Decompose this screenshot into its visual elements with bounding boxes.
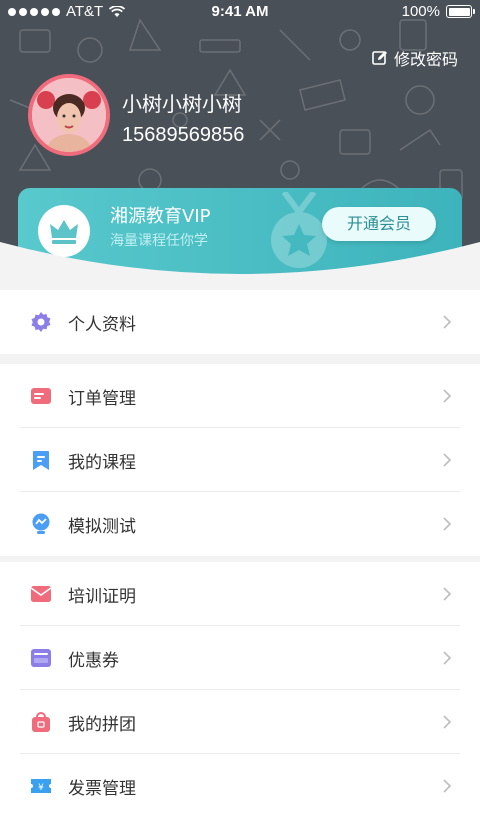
order-card-icon (31, 388, 51, 404)
user-name: 小树小树小树 (122, 92, 242, 116)
menu-label: 我的课程 (68, 452, 136, 473)
edit-icon (372, 51, 387, 65)
menu-item-group-buy[interactable]: 我的拼团 (0, 690, 480, 754)
avatar[interactable] (28, 74, 110, 156)
edit-password-label: 修改密码 (393, 50, 458, 69)
edit-password-button[interactable]: 修改密码 (372, 46, 458, 70)
chevron-right-icon (443, 779, 452, 793)
chevron-right-icon (443, 587, 452, 601)
header-curve (0, 242, 480, 288)
battery-percent: 100% (401, 3, 440, 20)
menu-label: 我的拼团 (68, 714, 136, 735)
menu-item-profile[interactable]: 个人资料 (0, 290, 480, 354)
envelope-icon (30, 586, 52, 602)
chevron-right-icon (443, 715, 452, 729)
chevron-right-icon (443, 651, 452, 665)
status-bar: AT&T 9:41 AM 100% (0, 0, 480, 24)
shopping-bag-icon (32, 712, 50, 732)
menu-label: 优惠券 (68, 650, 119, 671)
menu-item-coupons[interactable]: 优惠券 (0, 626, 480, 690)
invoice-ticket-icon: ¥ (31, 779, 51, 793)
menu-item-my-courses[interactable]: 我的课程 (0, 428, 480, 492)
menu-group-services: 培训证明 优惠券 我的拼团 ¥ 发票管理 (0, 562, 480, 818)
menu-item-training-certificate[interactable]: 培训证明 (0, 562, 480, 626)
user-phone: 15689569856 (122, 124, 245, 146)
user-portrait-image (32, 78, 106, 152)
gear-icon (31, 312, 51, 332)
menu-label: 个人资料 (68, 314, 136, 335)
menu-label: 发票管理 (68, 778, 136, 799)
test-bulb-icon (32, 513, 50, 534)
chevron-right-icon (443, 389, 452, 403)
menu-group-profile: 个人资料 (0, 290, 480, 354)
battery-icon (446, 5, 475, 18)
menu-group-learning: 订单管理 我的课程 模拟测试 (0, 364, 480, 556)
menu-item-invoice[interactable]: ¥ 发票管理 (0, 754, 480, 818)
menu-label: 培训证明 (68, 586, 136, 607)
chevron-right-icon (443, 315, 452, 329)
chevron-right-icon (443, 517, 452, 531)
bookmark-icon (33, 451, 49, 470)
chevron-right-icon (443, 453, 452, 467)
coupon-icon (31, 649, 51, 667)
menu-label: 订单管理 (68, 388, 136, 409)
menu-item-mock-test[interactable]: 模拟测试 (0, 492, 480, 556)
menu-label: 模拟测试 (68, 516, 136, 537)
svg-text:¥: ¥ (38, 783, 44, 793)
menu-item-orders[interactable]: 订单管理 (0, 364, 480, 428)
battery-status: 100% (401, 3, 475, 20)
